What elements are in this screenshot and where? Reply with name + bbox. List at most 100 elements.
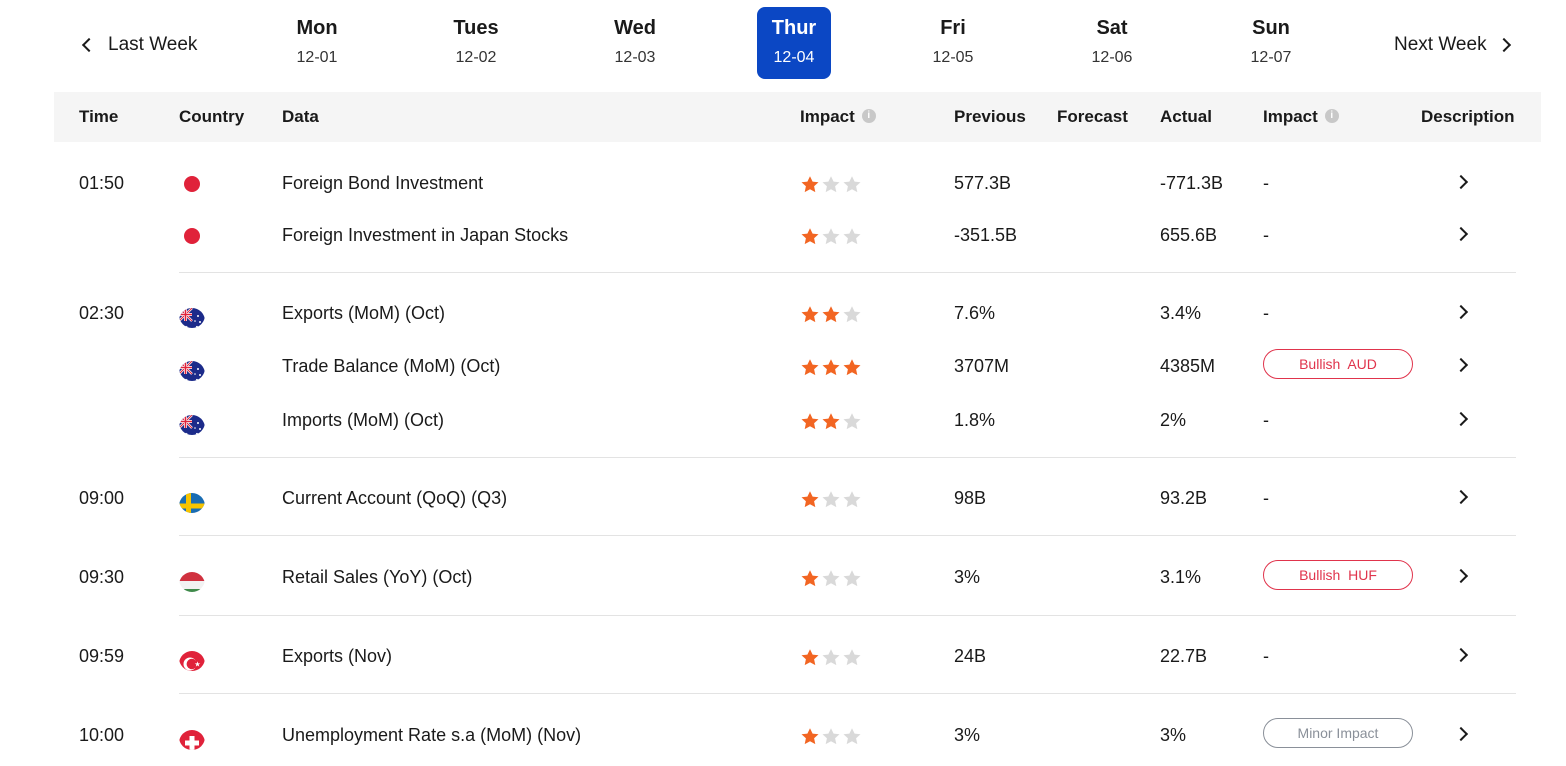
event-name[interactable]: Trade Balance (MoM) (Oct): [282, 340, 500, 392]
star-empty-icon: [842, 175, 862, 193]
impact-badge: Bullish HUF: [1263, 560, 1413, 590]
day-tab-tues[interactable]: Tues 12-02: [439, 7, 513, 79]
day-name: Sun: [1252, 17, 1290, 39]
star-empty-icon: [842, 569, 862, 587]
day-tab-fri[interactable]: Fri 12-05: [916, 7, 990, 79]
row-separator: [179, 535, 1516, 536]
table-row[interactable]: Imports (MoM) (Oct) 1.8% 2% -: [0, 394, 1566, 446]
day-tab-mon[interactable]: Mon 12-01: [280, 7, 354, 79]
header-impact: Impact i: [800, 92, 876, 142]
next-week-label: Next Week: [1394, 34, 1487, 55]
actual-value: 655.6B: [1160, 225, 1218, 245]
day-tab-thur[interactable]: Thur 12-04: [757, 7, 831, 79]
chevron-right-icon: [1496, 37, 1511, 53]
impact-stars: [800, 727, 863, 745]
australia-flag-icon: [179, 355, 205, 381]
impact-value: -: [1263, 225, 1269, 245]
table-header: Time Country Data Impact i Previous Forec…: [54, 92, 1541, 142]
info-icon[interactable]: i: [861, 109, 876, 124]
table-row[interactable]: 09:59 Exports (Nov) 24B 22.7B -: [0, 630, 1566, 682]
day-tab-sat[interactable]: Sat 12-06: [1075, 7, 1149, 79]
actual-value: 4385M: [1160, 356, 1216, 376]
event-time: 02:30: [79, 303, 125, 323]
header-previous: Previous: [954, 107, 1026, 126]
event-name[interactable]: Foreign Bond Investment: [282, 157, 483, 209]
star-filled-icon: [800, 358, 820, 376]
previous-value: 7.6%: [954, 303, 996, 323]
japan-flag-icon: [184, 176, 200, 192]
info-icon[interactable]: i: [1324, 109, 1339, 124]
switzerland-flag-icon: [179, 724, 205, 750]
country-flag: [179, 566, 205, 592]
event-name[interactable]: Current Account (QoQ) (Q3): [282, 472, 507, 524]
header-data: Data: [282, 107, 319, 126]
event-time: 01:50: [79, 173, 125, 193]
chevron-right-icon: [1453, 174, 1469, 190]
star-filled-icon: [800, 490, 820, 508]
event-name[interactable]: Imports (MoM) (Oct): [282, 394, 444, 446]
chevron-right-icon: [1453, 411, 1469, 427]
row-detail-button[interactable]: [1453, 304, 1469, 320]
row-detail-button[interactable]: [1453, 568, 1469, 584]
header-actual: Actual: [1160, 107, 1212, 126]
previous-value: 577.3B: [954, 173, 1012, 193]
event-name[interactable]: Exports (MoM) (Oct): [282, 287, 445, 339]
actual-value: -771.3B: [1160, 173, 1224, 193]
star-empty-icon: [842, 490, 862, 508]
event-name[interactable]: Unemployment Rate s.a (MoM) (Nov): [282, 709, 581, 761]
star-filled-icon: [821, 412, 841, 430]
chevron-right-icon: [1453, 647, 1469, 663]
row-detail-button[interactable]: [1453, 174, 1469, 190]
chevron-right-icon: [1453, 357, 1469, 373]
week-navigation: Last Week Mon 12-01 Tues 12-02 Wed 12-03…: [0, 0, 1566, 88]
impact-stars: [800, 648, 863, 666]
table-row[interactable]: Trade Balance (MoM) (Oct) 3707M 4385M Bulli…: [0, 340, 1566, 392]
star-empty-icon: [842, 227, 862, 245]
impact-value: -: [1263, 303, 1269, 323]
previous-value: 98B: [954, 488, 987, 508]
row-separator: [179, 457, 1516, 458]
actual-value: 3.1%: [1160, 567, 1202, 587]
table-row[interactable]: 01:50 Foreign Bond Investment 577.3B -771.3…: [0, 157, 1566, 209]
day-tab-wed[interactable]: Wed 12-03: [598, 7, 672, 79]
row-detail-button[interactable]: [1453, 411, 1469, 427]
event-time: 09:00: [79, 488, 125, 508]
star-empty-icon: [821, 648, 841, 666]
event-name[interactable]: Foreign Investment in Japan Stocks: [282, 209, 568, 261]
country-flag: [179, 224, 205, 246]
table-row[interactable]: 02:30 Exports (MoM) (Oct) 7.6% 3.4% -: [0, 287, 1566, 339]
table-row[interactable]: 10:00 Unemployment Rate s.a (MoM) (Nov) 3%…: [0, 709, 1566, 761]
previous-value: 3%: [954, 567, 981, 587]
day-date: 12-01: [296, 49, 338, 66]
row-separator: [179, 693, 1516, 694]
actual-value: 3%: [1160, 725, 1187, 745]
sweden-flag-icon: [179, 487, 205, 513]
next-week-button[interactable]: Next Week: [1394, 30, 1511, 60]
star-filled-icon: [821, 358, 841, 376]
star-empty-icon: [842, 648, 862, 666]
impact-value: -: [1263, 173, 1269, 193]
row-detail-button[interactable]: [1453, 726, 1469, 742]
event-name[interactable]: Exports (Nov): [282, 630, 392, 682]
day-date: 12-03: [614, 49, 656, 66]
row-separator: [179, 272, 1516, 273]
country-flag: [179, 487, 205, 513]
star-empty-icon: [821, 490, 841, 508]
table-row[interactable]: 09:30 Retail Sales (YoY) (Oct) 3% 3.1% Bulli…: [0, 551, 1566, 603]
table-row[interactable]: Foreign Investment in Japan Stocks -351.5…: [0, 209, 1566, 261]
row-detail-button[interactable]: [1453, 647, 1469, 663]
last-week-button[interactable]: Last Week: [80, 30, 197, 60]
australia-flag-icon: [179, 302, 205, 328]
day-tab-sun[interactable]: Sun 12-07: [1234, 7, 1308, 79]
row-detail-button[interactable]: [1453, 357, 1469, 373]
table-row[interactable]: 09:00 Current Account (QoQ) (Q3) 98B 93.2B -: [0, 472, 1566, 524]
event-time: 10:00: [79, 725, 125, 745]
country-flag: [179, 172, 205, 194]
day-name: Thur: [771, 17, 817, 39]
country-flag: [179, 355, 205, 381]
row-detail-button[interactable]: [1453, 489, 1469, 505]
row-detail-button[interactable]: [1453, 226, 1469, 242]
header-description: Description: [1421, 107, 1515, 126]
event-name[interactable]: Retail Sales (YoY) (Oct): [282, 551, 472, 603]
japan-flag-icon: [184, 228, 200, 244]
